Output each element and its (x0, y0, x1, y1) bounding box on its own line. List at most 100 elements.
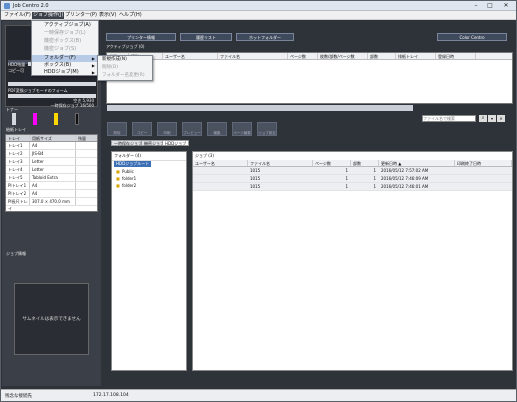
jobs-cell: 1 (373, 184, 376, 189)
action-button[interactable]: ジョブ設定 (257, 122, 277, 136)
tray-col-remain[interactable]: 残量 (76, 135, 97, 141)
tab-hdd-jobs[interactable]: HDDジョブ (162, 140, 190, 146)
close-icon[interactable]: ✕ (500, 2, 512, 10)
tree-folder1[interactable]: folder1 (122, 176, 136, 181)
action-button[interactable]: コピー (132, 122, 152, 136)
active-col-header[interactable]: ファイル名 (218, 53, 288, 59)
tray-cell-name: トレイ2 (6, 150, 30, 157)
active-col-header[interactable]: 枚数/部数/ページ数 (318, 53, 368, 59)
menu-item-hdd-label: HDDジョブ(M) (44, 69, 79, 75)
tree-root[interactable]: HDDジョブルート (114, 161, 152, 167)
tray-table: トレイ 用紙サイズ 残量 トレイ1 A4 トレイ2 JIS-B4 トレイ3 Letter ト… (5, 134, 98, 212)
maximize-icon[interactable]: □ (484, 2, 496, 10)
history-button[interactable]: 履歴リスト (180, 33, 232, 41)
menu-file[interactable]: ファイル(F) (3, 12, 32, 19)
tab-temp-jobs[interactable]: 一時保存ジョブ (111, 140, 145, 146)
table-row[interactable]: 1015 1 1 2016/05/12 7:57:02 AM (193, 167, 512, 175)
menu-view[interactable]: 表示(V) (98, 12, 117, 19)
tray-cell-size: Letter (30, 158, 76, 165)
search-input[interactable] (422, 115, 476, 122)
menu-item-hdd[interactable]: HDDジョブ(M) ▶ (32, 69, 98, 76)
window-title: Job Centro 2.0 (13, 3, 49, 9)
menu-item-box[interactable]: ボックス(B) ▶ (32, 62, 98, 69)
menu-item-active[interactable]: アクティブジョブ(A) (32, 22, 98, 29)
search-icon[interactable]: ⌕ (479, 115, 487, 122)
tray-cell-remain (76, 182, 97, 189)
table-row[interactable]: 1015 1 1 2016/05/12 7:46:01 AM (193, 183, 512, 191)
active-col-header[interactable]: 部数 (368, 53, 396, 59)
tray-cell-name: PIトレイ2 (6, 190, 30, 197)
menu-printer[interactable]: プリンター(P) (64, 12, 98, 19)
action-button[interactable]: 編集 (207, 122, 227, 136)
submenu-rename: フォルダー名変更(R) (102, 73, 145, 78)
temp-count: 一時保存ジョブ 16/500 (50, 103, 94, 108)
folder-icon: ■ (116, 183, 120, 188)
job-info-title: ジョブ情報 (6, 251, 26, 256)
status-bar: 残念な接続先 172.17.108.104 (1, 389, 516, 401)
jobs-col-header[interactable]: ファイル名 (248, 160, 313, 166)
folders-title: フォルダー (4) (112, 152, 186, 161)
jobs-cell: 2016/05/12 7:57:02 AM (381, 168, 429, 173)
jobs-col-header[interactable]: ページ数 (313, 160, 351, 166)
tray-row[interactable]: トレイ2 JIS-B4 (6, 150, 97, 158)
job-menu-dropdown: アクティブジョブ(A) 一時保存ジョブ(L) 機密ボックス(B) 機密ジョブ(S… (31, 20, 99, 76)
menu-help[interactable]: ヘルプ(H) (118, 12, 143, 19)
active-scrollbar[interactable] (107, 105, 413, 111)
jobs-cell (193, 183, 248, 190)
hotfolder-button[interactable]: ホットフォルダー (236, 33, 294, 41)
job-info-panel: ジョブ情報 サムネイルは表示できません (5, 251, 98, 383)
jobs-col-header[interactable]: 部数 (351, 160, 379, 166)
tray-row[interactable]: トレイ1 A4 (6, 142, 97, 150)
active-col-header[interactable]: 排紙トレイ (396, 53, 436, 59)
color-centro-button[interactable]: Color Centro (437, 33, 507, 41)
table-row[interactable]: 1015 1 1 2016/05/12 7:46:09 AM (193, 175, 512, 183)
tray-cell-remain (76, 174, 97, 181)
jobs-col-header[interactable]: 更新日時 ▲ (379, 160, 455, 166)
jobs-col-header[interactable]: ユーザー名 (193, 160, 248, 166)
chevron-down-icon[interactable]: ▾ (488, 115, 496, 122)
menu-item-box-label: ボックス(B) (44, 62, 72, 68)
tray-row[interactable]: PI長尺トレイ 307.0 × 470.0 mm (6, 198, 97, 211)
toner-yellow (54, 113, 58, 125)
active-col-header[interactable]: ページ数 (288, 53, 318, 59)
close-icon[interactable]: ✕ (497, 115, 505, 122)
jobs-cell: 1 (345, 168, 348, 173)
tray-cell-size: Letter (30, 166, 76, 173)
action-button[interactable]: 印刷 (157, 122, 177, 136)
tree-folder2[interactable]: folder2 (122, 183, 136, 188)
active-col-header[interactable]: 登録日時 (436, 53, 476, 59)
tree-public[interactable]: Public (122, 169, 134, 174)
submenu-new[interactable]: 新規作成(N) (98, 56, 152, 64)
tray-cell-remain (76, 190, 97, 197)
menu-job[interactable]: ジョブ操作(J) (32, 12, 65, 19)
tray-row[interactable]: トレイ4 Letter (6, 166, 97, 174)
tray-cell-name: PIトレイ1 (6, 182, 30, 189)
jobs-cell: 1 (373, 176, 376, 181)
tray-row[interactable]: トレイ3 Letter (6, 158, 97, 166)
tray-row[interactable]: トレイ5 Tabloid Extra (6, 174, 97, 182)
active-col-header[interactable]: ユーザー名 (163, 53, 218, 59)
minimize-icon[interactable]: – (470, 2, 482, 10)
tray-col-size[interactable]: 用紙サイズ (30, 135, 76, 141)
folder-submenu: 新規作成(N) 削除(D) フォルダー名変更(R) (97, 55, 153, 81)
menu-item-folder[interactable]: フォルダー(F) ▶ (32, 55, 98, 62)
jobs-cell (455, 183, 512, 190)
hdd-jobs-table: ジョブ (3) ユーザー名 ファイル名 ページ数 部数 更新日時 ▲ 印刷終了日時 101… (192, 151, 513, 371)
tray-row[interactable]: PIトレイ2 A4 (6, 190, 97, 198)
action-button[interactable]: ページ編集 (232, 122, 252, 136)
tray-col-tray[interactable]: トレイ (6, 135, 30, 141)
action-button[interactable]: プレビュー (182, 122, 202, 136)
menu-item-secure-box: 機密ボックス(B) (44, 38, 82, 44)
app-icon (4, 3, 10, 9)
menu-item-secure-job: 機密ジョブ(S) (44, 46, 77, 52)
tray-cell-size: 307.0 × 470.0 mm (30, 198, 76, 205)
tray-cell-size: A4 (30, 190, 76, 197)
jobs-cell (193, 167, 248, 174)
jobs-col-header[interactable]: 印刷終了日時 (455, 160, 512, 166)
tray-cell-name: トレイ1 (6, 142, 30, 149)
jobs-cell: 1015 (250, 184, 261, 189)
printer-info-button[interactable]: プリンター情報 (106, 33, 176, 41)
action-button[interactable]: 削除 (107, 122, 127, 136)
tray-row[interactable]: PIトレイ1 A4 (6, 182, 97, 190)
tray-cell-name: トレイ3 (6, 158, 30, 165)
